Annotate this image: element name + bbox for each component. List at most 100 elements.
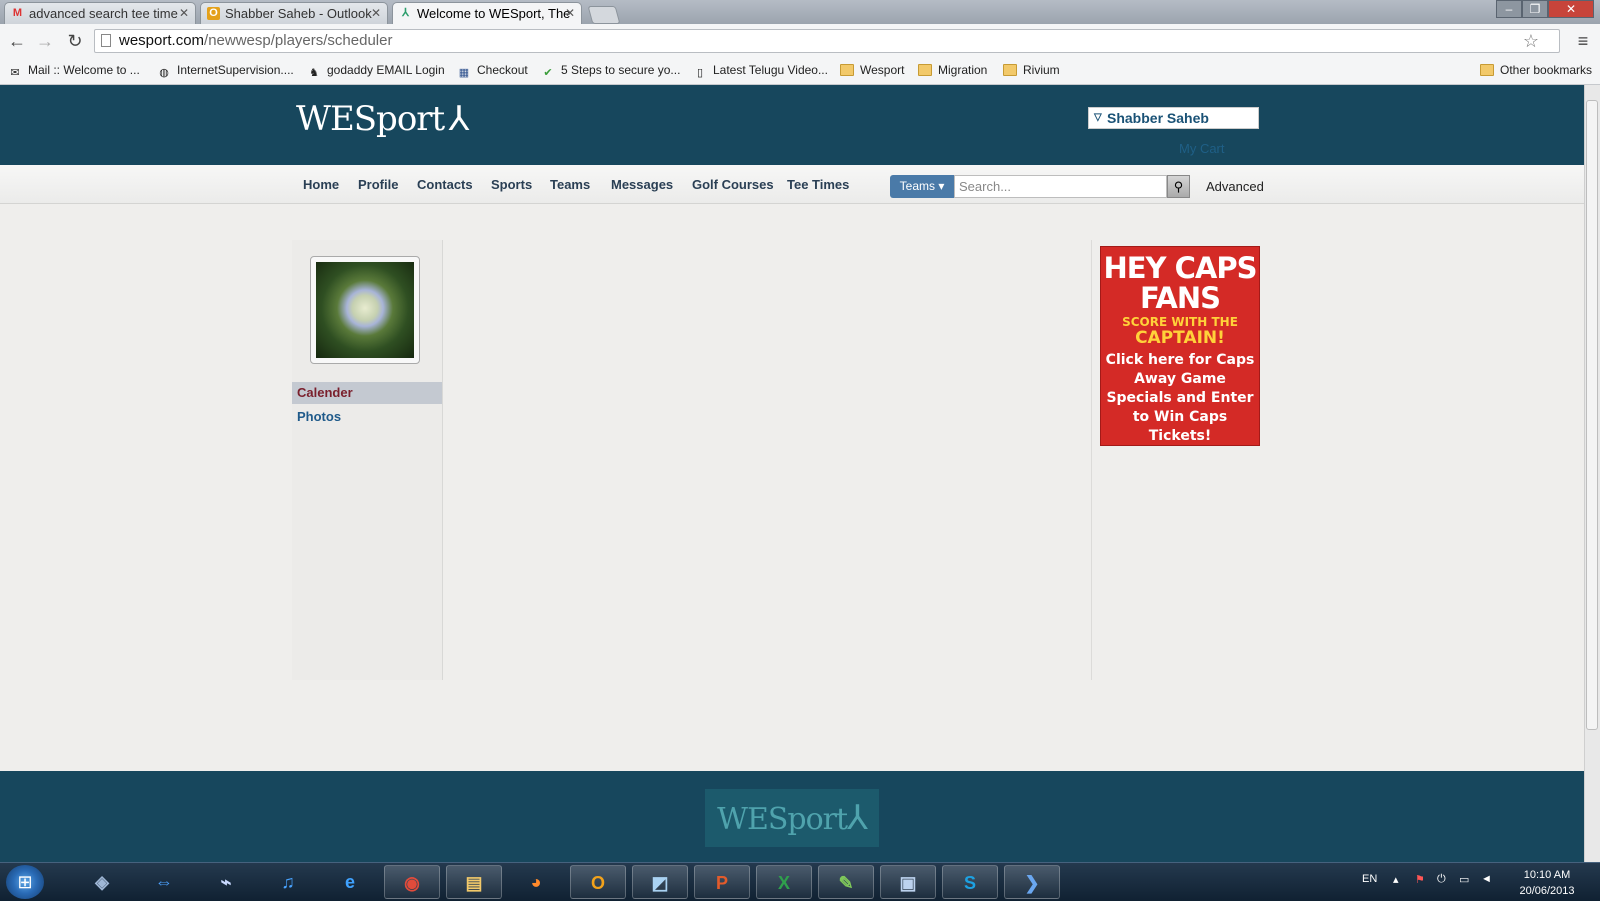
user-menu[interactable]: ▽ Shabber Saheb <box>1088 107 1259 129</box>
bookmark-label: Wesport <box>860 63 905 77</box>
footer-logo-text: WESport <box>717 802 848 837</box>
sidebar-item-calender[interactable]: Calender <box>292 382 442 404</box>
bookmark-label: InternetSupervision.... <box>177 63 294 77</box>
golfer-icon: ⅄ <box>847 798 868 838</box>
my-cart-link[interactable]: My Cart <box>1179 141 1225 156</box>
search-scope-select[interactable]: Teams ▾ <box>890 175 954 198</box>
nav-sports[interactable]: Sports <box>491 177 532 192</box>
teamviewer-icon[interactable]: ⇔ <box>136 865 192 899</box>
footer-logo[interactable]: WESport⅄ <box>705 789 879 847</box>
other-bookmarks[interactable]: Other bookmarks <box>1480 63 1592 77</box>
bookmark-migration[interactable]: Migration <box>918 63 987 77</box>
nav-profile[interactable]: Profile <box>358 177 398 192</box>
start-button[interactable]: ⊞ <box>6 865 44 899</box>
dev-icon[interactable]: ❯ <box>1004 865 1060 899</box>
golfer-icon: ⅄ <box>448 99 470 139</box>
ad-subline-2: CAPTAIN! <box>1135 328 1225 348</box>
site-footer: WESport⅄ <box>0 771 1584 862</box>
excel-icon[interactable]: X <box>756 865 812 899</box>
web-page: WESport ⅄ ▽ Shabber Saheb My Cart Home P… <box>0 85 1584 862</box>
bookmark-label: Migration <box>938 63 988 77</box>
nav-contacts[interactable]: Contacts <box>417 177 473 192</box>
ad-subline: SCORE WITH THE <box>1122 315 1238 329</box>
chevron-down-icon: ▽ <box>1094 112 1102 123</box>
address-bar[interactable]: wesport.com/newwesp/players/scheduler ☆ <box>94 29 1560 53</box>
search-scope-label: Teams <box>899 179 935 193</box>
logo-text: WESport <box>296 99 445 139</box>
back-icon[interactable]: ← <box>6 30 28 52</box>
chrome-icon[interactable]: ◉ <box>384 865 440 899</box>
minimize-button[interactable]: – <box>1496 0 1522 18</box>
nav-messages[interactable]: Messages <box>611 177 673 192</box>
power-icon[interactable]: ⏻ <box>1437 873 1446 886</box>
tab-title: advanced search tee time <box>29 6 178 21</box>
remote-desktop-icon[interactable]: ▣ <box>880 865 936 899</box>
new-tab-button[interactable] <box>587 6 621 24</box>
skype-icon[interactable]: S <box>942 865 998 899</box>
tab-title: Welcome to WESport, The <box>417 6 571 21</box>
other-bookmarks-label: Other bookmarks <box>1500 63 1593 77</box>
bookmark-label: Mail :: Welcome to ... <box>28 63 140 77</box>
nav-teams[interactable]: Teams <box>550 177 590 192</box>
tab-wesport[interactable]: ⅄ Welcome to WESport, The ✕ <box>392 2 582 24</box>
powerpoint-icon[interactable]: P <box>694 865 750 899</box>
gmail-icon: M <box>12 7 23 19</box>
firefox-icon[interactable]: ◕ <box>508 865 564 899</box>
ie-icon[interactable]: e <box>322 865 378 899</box>
volume-icon[interactable]: ◄ <box>1481 873 1492 885</box>
close-window-button[interactable]: ✕ <box>1548 0 1594 18</box>
nav-tee-times[interactable]: Tee Times <box>787 177 849 192</box>
chevron-up-icon[interactable]: ▴ <box>1393 873 1399 886</box>
virtualbox-icon[interactable]: ◈ <box>74 865 130 899</box>
headset-icon[interactable]: ♫ <box>260 865 316 899</box>
bookmark-checkout[interactable]: ▦ Checkout <box>457 63 528 79</box>
star-icon[interactable]: ☆ <box>1523 30 1539 52</box>
monitor-icon[interactable]: ▭ <box>1459 873 1469 886</box>
browser-toolbar: ← → ↻ wesport.com/newwesp/players/schedu… <box>0 24 1600 58</box>
language-indicator[interactable]: EN <box>1362 873 1377 885</box>
caps-ad-banner[interactable]: HEY CAPS FANS SCORE WITH THE CAPTAIN! Cl… <box>1100 246 1260 446</box>
clock-date: 20/06/2013 <box>1519 885 1575 897</box>
explorer-icon[interactable]: ▤ <box>446 865 502 899</box>
tab-outlook[interactable]: O Shabber Saheb - Outlook ✕ <box>200 2 388 24</box>
close-icon[interactable]: ✕ <box>565 6 575 20</box>
avatar[interactable] <box>310 256 420 364</box>
forward-icon[interactable]: → <box>34 30 56 52</box>
bookmark-label: Latest Telugu Video... <box>713 63 828 77</box>
clock[interactable]: 10:10 AM 20/06/2013 <box>1509 867 1585 899</box>
reload-icon[interactable]: ↻ <box>64 30 86 52</box>
bookmark-telugu[interactable]: ▯ Latest Telugu Video... <box>693 63 828 79</box>
ad-body: Click here for Caps Away Game Specials a… <box>1105 352 1255 444</box>
restore-button[interactable]: ❐ <box>1522 0 1548 18</box>
bookmark-godaddy[interactable]: ♞ godaddy EMAIL Login <box>307 63 445 79</box>
bookmark-wesport[interactable]: Wesport <box>840 63 904 77</box>
advanced-search-link[interactable]: Advanced <box>1206 179 1264 194</box>
url-host: wesport.com <box>119 32 205 49</box>
file-icon[interactable]: ◩ <box>632 865 688 899</box>
bookmark-internetsupervision[interactable]: ◍ InternetSupervision.... <box>157 63 294 79</box>
bookmark-5-steps[interactable]: ✔ 5 Steps to secure yo... <box>541 63 680 79</box>
sidebar-item-photos[interactable]: Photos <box>292 406 442 428</box>
ad-headline-2: FANS <box>1139 281 1221 315</box>
tab-gmail[interactable]: M advanced search tee time ✕ <box>4 2 196 24</box>
tab-title: Shabber Saheb - Outlook <box>225 6 372 21</box>
bookmark-rivium[interactable]: Rivium <box>1003 63 1060 77</box>
nav-home[interactable]: Home <box>303 177 339 192</box>
close-icon[interactable]: ✕ <box>371 6 381 20</box>
outlook-icon[interactable]: O <box>570 865 626 899</box>
taskbar: ⊞ ◈ ⇔ ⌁ ♫ e ◉ ▤ ◕ O ◩ P X ✎ ▣ S ❯ EN ▴ ⚑… <box>0 862 1600 901</box>
flag-icon[interactable]: ⚑ <box>1415 873 1425 886</box>
scrollbar-thumb[interactable] <box>1586 100 1598 730</box>
menu-icon[interactable]: ≡ <box>1572 30 1594 52</box>
bookmark-label: godaddy EMAIL Login <box>327 63 445 77</box>
site-logo[interactable]: WESport ⅄ <box>296 99 470 139</box>
godaddy-icon: ♞ <box>309 67 319 79</box>
network-icon[interactable]: ⌁ <box>198 865 254 899</box>
close-icon[interactable]: ✕ <box>179 6 189 20</box>
nav-golf-courses[interactable]: Golf Courses <box>692 177 774 192</box>
search-icon[interactable]: ⚲ <box>1167 175 1190 198</box>
bookmark-label: Rivium <box>1023 63 1060 77</box>
bookmark-mail[interactable]: ✉ Mail :: Welcome to ... <box>8 63 140 79</box>
notepad-icon[interactable]: ✎ <box>818 865 874 899</box>
search-input[interactable]: Search... <box>954 175 1167 198</box>
